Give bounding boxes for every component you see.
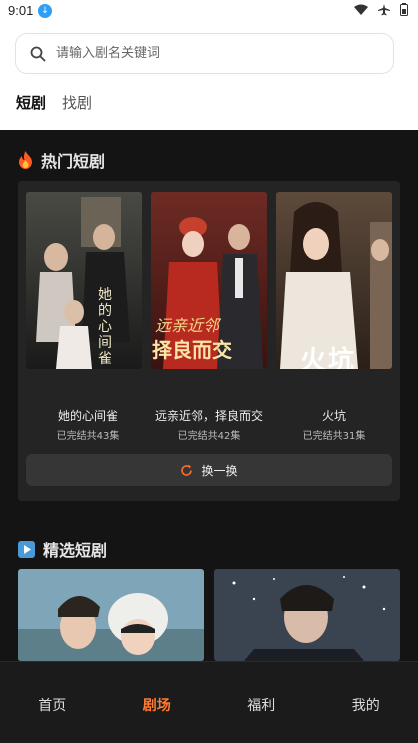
refresh-icon xyxy=(181,464,193,476)
featured-poster-2[interactable] xyxy=(214,569,400,661)
tab-bar: 短剧 找剧 xyxy=(16,92,92,113)
poster-2-title-art-1: 远亲近邻 xyxy=(155,316,220,335)
fire-icon xyxy=(19,151,32,169)
drama-status-3: 已完结共31集 xyxy=(302,431,366,442)
featured-poster-1[interactable] xyxy=(18,569,204,661)
poster-1-title-art: 她的心间雀 xyxy=(98,287,112,367)
tab-find-drama[interactable]: 找剧 xyxy=(62,92,92,113)
drama-title-3[interactable]: 火坑 xyxy=(264,407,404,424)
nav-theater[interactable]: 剧场 xyxy=(105,662,210,743)
status-icons xyxy=(354,3,408,16)
hot-dramas-card: 她的心间雀 远亲近邻 择良而交 火坑 她的心间雀 已完结共43集 远亲近邻，择良… xyxy=(18,181,400,501)
refresh-button[interactable]: 换一换 xyxy=(26,454,392,486)
drama-title-1[interactable]: 她的心间雀 xyxy=(18,407,158,424)
drama-title-2[interactable]: 远亲近邻，择良而交 xyxy=(139,407,279,424)
bottom-nav: 首页 剧场 福利 我的 xyxy=(0,661,418,743)
airplane-mode-icon xyxy=(378,3,390,15)
drama-status-2: 已完结共42集 xyxy=(177,431,241,442)
header: 短剧 找剧 xyxy=(0,22,418,130)
search-box[interactable] xyxy=(15,33,394,74)
download-icon: ↓ xyxy=(38,4,52,18)
hot-section-title: 热门短剧 xyxy=(18,148,105,172)
poster-image-1 xyxy=(26,192,142,369)
tab-short-drama[interactable]: 短剧 xyxy=(16,92,46,113)
drama-status-1: 已完结共43集 xyxy=(56,431,120,442)
search-icon xyxy=(30,46,46,61)
hot-section-label: 热门短剧 xyxy=(41,152,106,171)
play-icon xyxy=(18,540,35,558)
status-bar: 9:01 ↓ xyxy=(0,0,418,22)
drama-poster-2[interactable]: 远亲近邻 择良而交 xyxy=(151,192,267,369)
featured-image-1 xyxy=(18,569,204,661)
battery-icon xyxy=(400,3,408,16)
drama-poster-3[interactable]: 火坑 xyxy=(276,192,392,369)
nav-home[interactable]: 首页 xyxy=(0,662,105,743)
status-time: 9:01 xyxy=(8,3,34,18)
nav-profile[interactable]: 我的 xyxy=(314,662,418,743)
featured-image-2 xyxy=(214,569,400,661)
poster-2-title-art-2: 择良而交 xyxy=(152,338,232,362)
refresh-label: 换一换 xyxy=(201,463,238,478)
poster-3-title-art: 火坑 xyxy=(300,346,357,369)
nav-welfare[interactable]: 福利 xyxy=(209,662,314,743)
featured-section-label: 精选短剧 xyxy=(43,541,108,560)
drama-poster-1[interactable]: 她的心间雀 xyxy=(26,192,142,369)
search-input[interactable] xyxy=(56,46,356,61)
featured-section-title: 精选短剧 xyxy=(18,537,107,561)
wifi-icon xyxy=(354,4,368,15)
